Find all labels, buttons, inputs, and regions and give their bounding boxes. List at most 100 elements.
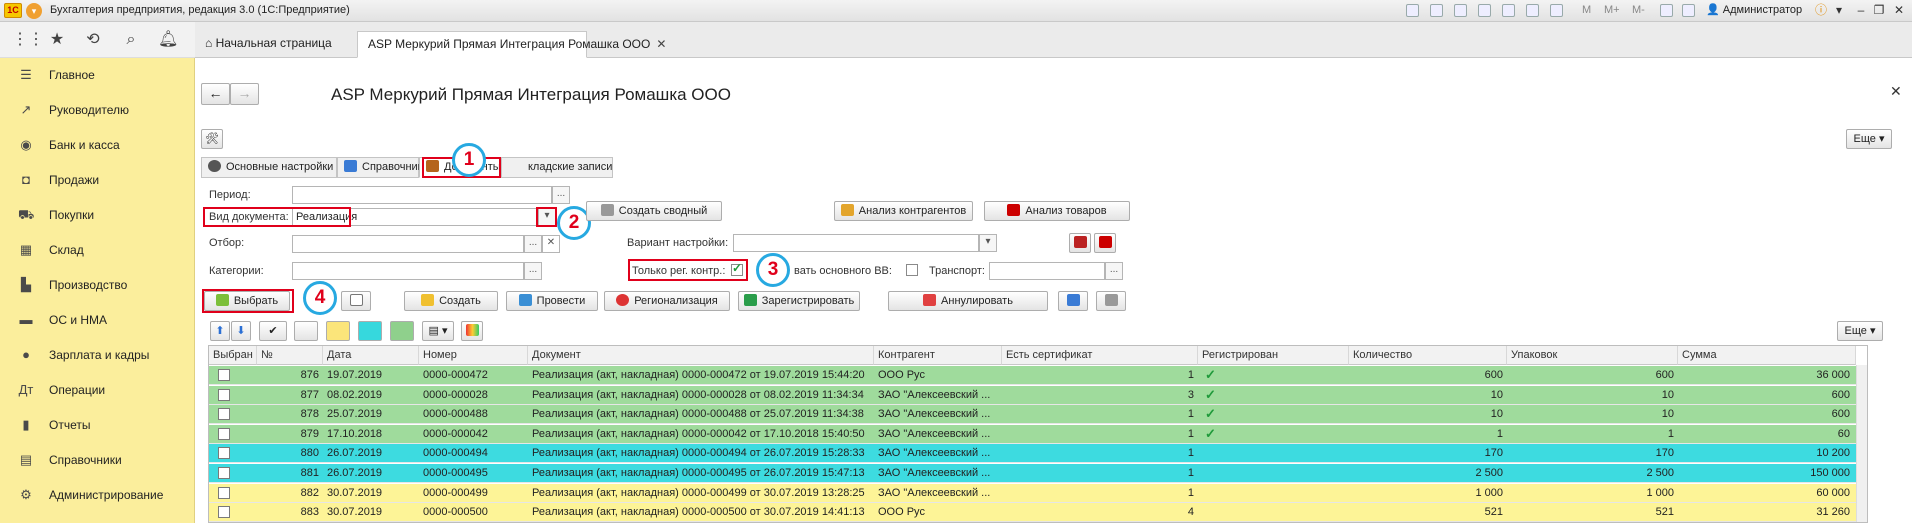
table-icon[interactable] (1550, 4, 1563, 17)
row-select-checkbox[interactable] (218, 408, 230, 421)
row-select-checkbox[interactable] (218, 427, 230, 440)
history-icon[interactable]: ⟲ (83, 30, 103, 50)
sidebar-item-sales[interactable]: ◘ Продажи (0, 164, 195, 198)
col-header-number[interactable]: Номер (419, 346, 528, 365)
table-row[interactable]: 881 26.07.2019 0000-000495 Реализация (акт,… (209, 464, 1867, 483)
memory-minus-button[interactable]: M- (1632, 4, 1645, 16)
main-menu-icon[interactable]: ▾ (26, 3, 42, 19)
col-header-document[interactable]: Документ (528, 346, 874, 365)
memory-button[interactable]: M (1582, 4, 1591, 16)
zoom-icon[interactable] (1660, 4, 1673, 17)
row-select-checkbox[interactable] (218, 467, 230, 479)
variant-dropdown[interactable]: ▾ (979, 234, 997, 252)
close-tab-icon[interactable]: ✕ (656, 37, 666, 51)
sidebar-item-directories[interactable]: ▤ Справочники (0, 444, 195, 478)
regionalize-button[interactable]: Регионализация (604, 291, 730, 311)
sidebar-item-purchases[interactable]: ⛟ Покупки (0, 199, 195, 233)
sidebar-item-production[interactable]: ▙ Производство (0, 269, 195, 303)
apps-grid-icon[interactable]: ⋮⋮ (12, 30, 44, 50)
info-icon[interactable]: ⓘ (1812, 2, 1830, 19)
maximize-icon[interactable]: ❐ (1870, 2, 1888, 19)
post-button[interactable]: Провести (506, 291, 598, 311)
close-window-icon[interactable]: ✕ (1890, 2, 1908, 19)
filter-select-button[interactable]: ... (524, 235, 542, 253)
sidebar-item-operations[interactable]: Дт Операции (0, 374, 195, 408)
row-select-checkbox[interactable] (218, 447, 230, 460)
sidebar-item-bank[interactable]: ◉ Банк и касса (0, 129, 195, 163)
table-row[interactable]: 876 19.07.2019 0000-000472 Реализация (акт,… (209, 366, 1867, 385)
col-header-date[interactable]: Дата (323, 346, 419, 365)
col-header-num[interactable]: № (257, 346, 323, 365)
forward-button[interactable]: → (230, 83, 259, 105)
basic-vv-checkbox[interactable] (906, 264, 918, 276)
tab-basic-settings[interactable]: Основные настройки (201, 157, 337, 178)
tab-home[interactable]: ⌂ Начальная страница (195, 31, 342, 58)
calculator-icon[interactable] (1406, 4, 1419, 17)
sidebar-item-reports[interactable]: ▮ Отчеты (0, 409, 195, 443)
table-row[interactable]: 880 26.07.2019 0000-000494 Реализация (акт,… (209, 444, 1867, 464)
sidebar-item-warehouse[interactable]: ▦ Склад (0, 234, 195, 268)
sidebar-item-admin[interactable]: ⚙ Администрирование (0, 479, 195, 513)
col-header-certificate[interactable]: Есть сертификат (1002, 346, 1198, 365)
tab-directories[interactable]: Справочники (337, 157, 429, 178)
row-select-checkbox[interactable] (218, 369, 230, 381)
move-down-button[interactable]: ⬇ (231, 321, 251, 341)
categories-field[interactable] (292, 262, 524, 280)
tab-asp-mercury[interactable]: ASP Меркурий Прямая Интеграция Ромашка О… (357, 31, 666, 58)
load-settings-button[interactable] (1069, 233, 1091, 253)
color-settings-button[interactable] (461, 321, 483, 341)
sidebar-item-salary[interactable]: ● Зарплата и кадры (0, 339, 195, 373)
sidebar-item-manager[interactable]: ↗ Руководителю (0, 94, 195, 128)
sidebar-item-main[interactable]: ☰ Главное (0, 59, 195, 93)
user-menu[interactable]: 👤 Администратор (1706, 3, 1802, 16)
close-form-icon[interactable]: ✕ (1890, 83, 1902, 100)
row-select-checkbox[interactable] (218, 388, 230, 401)
more-button-top[interactable]: Еще ▾ (1846, 129, 1892, 149)
transport-field[interactable] (989, 262, 1105, 280)
search-icon[interactable]: ⌕ (121, 30, 141, 50)
tab-warehouse-records[interactable]: кладские записи (501, 157, 613, 178)
delete-button[interactable] (1058, 291, 1088, 311)
print-icon[interactable] (1430, 4, 1443, 17)
col-header-quantity[interactable]: Количество (1349, 346, 1507, 365)
memory-plus-button[interactable]: M+ (1604, 4, 1620, 16)
col-header-selected[interactable]: Выбран (209, 346, 257, 365)
table-scrollbar[interactable] (1856, 365, 1867, 522)
save-settings-button[interactable] (1094, 233, 1116, 253)
print-button[interactable]: ▤ ▾ (422, 321, 454, 341)
panel-icon[interactable] (1682, 4, 1695, 17)
table-row[interactable]: 877 08.02.2019 0000-000028 Реализация (акт,… (209, 385, 1867, 405)
check-all-button[interactable]: ✔ (259, 321, 287, 341)
col-header-registered[interactable]: Регистрирован (1198, 346, 1349, 365)
row-select-checkbox[interactable] (218, 506, 230, 519)
filter-clear-button[interactable]: ✕ (542, 235, 560, 253)
settings-tools-button[interactable]: 🛠︎ (201, 129, 223, 149)
col-header-contractor[interactable]: Контрагент (874, 346, 1002, 365)
cancel-annul-button[interactable]: Аннулировать (888, 291, 1048, 311)
minimize-icon[interactable]: – (1852, 2, 1870, 19)
calendar-icon[interactable] (1526, 4, 1539, 17)
categories-select-button[interactable]: ... (524, 262, 542, 280)
link-icon[interactable] (1478, 4, 1491, 17)
color-green-button[interactable] (390, 321, 414, 341)
analyze-goods-button[interactable]: Анализ товаров (984, 201, 1130, 221)
create-button[interactable]: Создать (404, 291, 498, 311)
color-white-button[interactable] (294, 321, 318, 341)
col-header-sum[interactable]: Сумма (1678, 346, 1856, 365)
table-row[interactable]: 878 25.07.2019 0000-000488 Реализация (акт,… (209, 405, 1867, 425)
dropdown-icon[interactable]: ▾ (1830, 2, 1848, 19)
color-cyan-button[interactable] (358, 321, 382, 341)
table-row[interactable]: 882 30.07.2019 0000-000499 Реализация (акт,… (209, 483, 1867, 503)
more-button-table[interactable]: Еще ▾ (1837, 321, 1883, 341)
analyze-contractors-button[interactable]: Анализ контрагентов (834, 201, 973, 221)
create-summary-button[interactable]: Создать сводный (586, 201, 722, 221)
color-yellow-button[interactable] (326, 321, 350, 341)
move-up-button[interactable]: ⬆ (210, 321, 230, 341)
favorites-star-icon[interactable]: ★ (47, 30, 67, 50)
register-button[interactable]: Зарегистрировать (738, 291, 860, 311)
period-field[interactable] (292, 186, 552, 204)
period-select-button[interactable]: ... (552, 186, 570, 204)
bell-icon[interactable]: 🔔︎ (158, 30, 178, 50)
grid-icon[interactable] (1502, 4, 1515, 17)
row-select-checkbox[interactable] (218, 486, 230, 499)
